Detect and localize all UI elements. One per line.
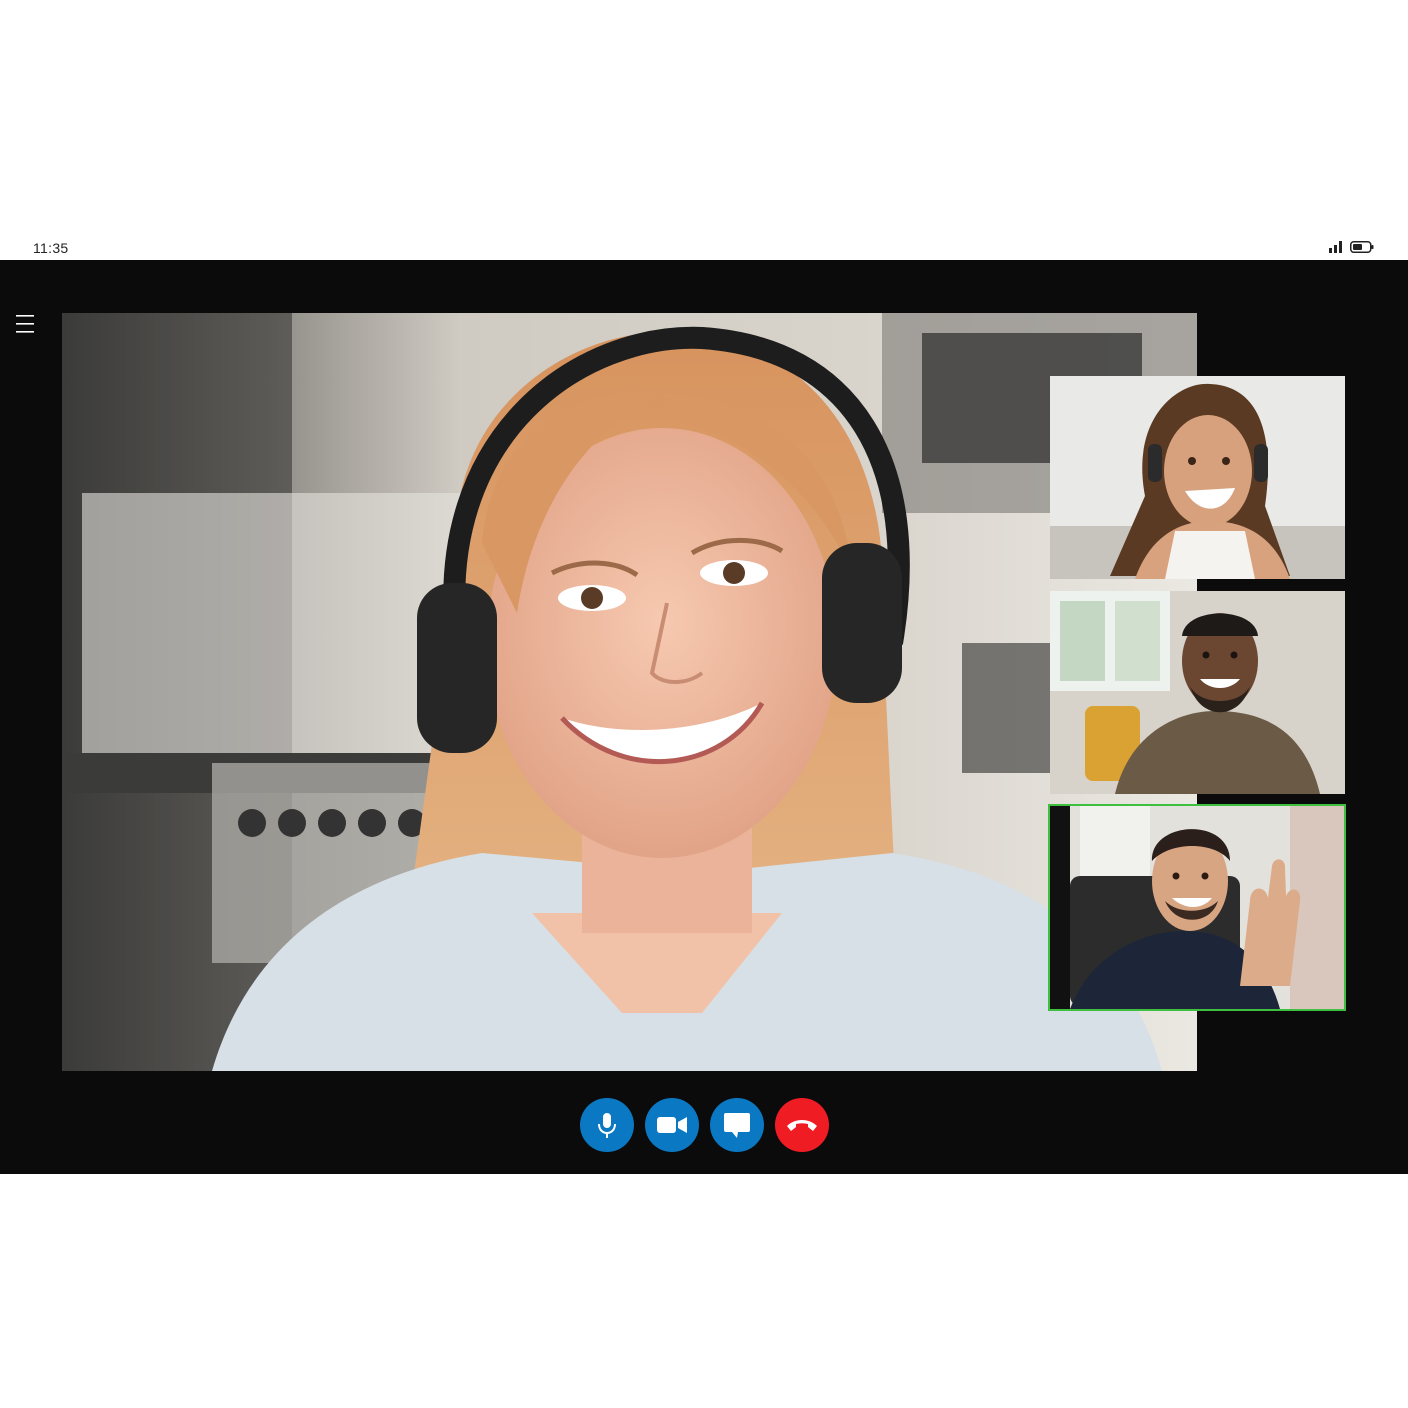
- end-call-button[interactable]: [774, 1098, 829, 1152]
- video-call-window: [0, 260, 1408, 1174]
- battery-icon: [1350, 240, 1374, 258]
- video-camera-icon: [656, 1116, 687, 1134]
- participant-image-3: [1050, 806, 1344, 1009]
- mute-microphone-button[interactable]: [579, 1098, 634, 1152]
- status-bar: 11:35: [0, 234, 1408, 260]
- participant-tile-2[interactable]: [1050, 591, 1345, 794]
- open-chat-button[interactable]: [709, 1098, 764, 1152]
- status-icons: [1329, 240, 1374, 258]
- participant-tile-3-active-speaker[interactable]: [1048, 804, 1346, 1011]
- end-call-icon: [785, 1117, 819, 1133]
- hamburger-menu-icon[interactable]: [14, 312, 38, 336]
- call-controls: [0, 1098, 1408, 1152]
- main-speaker-video: [62, 313, 1197, 1071]
- participant-image-1: [1050, 376, 1345, 579]
- toggle-video-button[interactable]: [644, 1098, 699, 1152]
- participant-image-2: [1050, 591, 1345, 794]
- chat-bubble-icon: [723, 1111, 751, 1139]
- status-time: 11:35: [33, 240, 69, 256]
- microphone-icon: [595, 1111, 619, 1139]
- signal-bars-icon: [1329, 240, 1342, 258]
- participant-tile-1[interactable]: [1050, 376, 1345, 579]
- main-participant-image: [62, 313, 1197, 1071]
